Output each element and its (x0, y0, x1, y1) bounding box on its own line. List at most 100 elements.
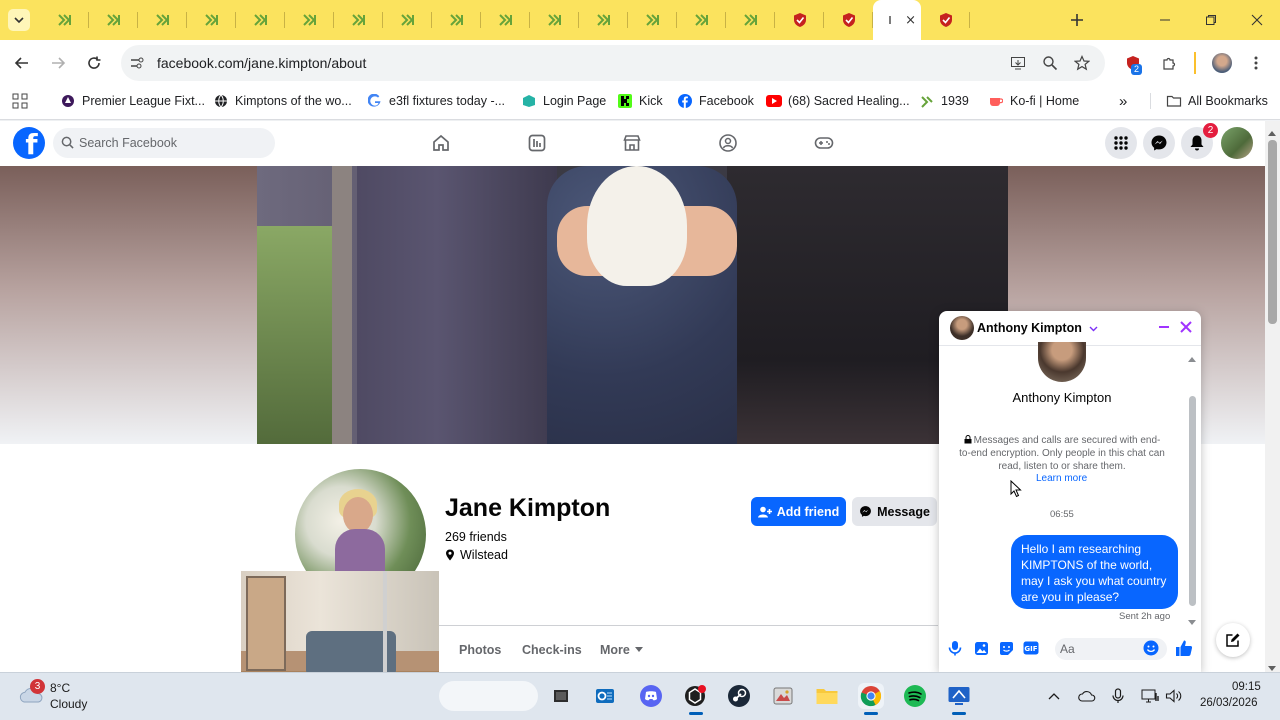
learn-more-link[interactable]: Learn more (1036, 473, 1087, 484)
volume-icon[interactable] (1164, 686, 1184, 706)
weather-temperature[interactable]: 8°C (50, 681, 70, 695)
bookmark-item[interactable]: e3fl fixtures today -... (367, 92, 505, 110)
bookmarks-overflow-button[interactable]: » (1119, 92, 1127, 110)
bookmark-item[interactable]: Facebook (677, 92, 754, 110)
bookmark-item[interactable]: Ko-fi | Home (988, 92, 1079, 110)
chrome-profile-avatar[interactable] (1212, 53, 1232, 73)
chat-contact-name[interactable]: Anthony Kimpton (977, 321, 1098, 335)
browser-tab[interactable] (775, 0, 824, 40)
browser-tab[interactable] (89, 0, 138, 40)
friends-count[interactable]: 269 friends (445, 530, 507, 544)
file-explorer-icon[interactable] (814, 683, 840, 709)
chat-scrollbar-thumb[interactable] (1189, 396, 1196, 606)
minimize-window-button[interactable] (1142, 0, 1188, 40)
page-scrollbar-thumb[interactable] (1268, 140, 1277, 324)
emoji-icon[interactable] (1142, 639, 1160, 657)
gif-icon[interactable]: GIF (1022, 639, 1040, 657)
nav-marketplace-icon[interactable] (622, 133, 642, 153)
new-tab-button[interactable] (1066, 9, 1088, 31)
voice-clip-icon[interactable] (946, 639, 964, 657)
close-window-button[interactable] (1234, 0, 1280, 40)
back-button[interactable] (10, 51, 34, 75)
browser-tab[interactable] (481, 0, 530, 40)
scroll-up-arrow-icon[interactable] (1267, 124, 1277, 142)
all-bookmarks-button[interactable]: All Bookmarks (1166, 92, 1268, 110)
forward-button[interactable] (46, 51, 70, 75)
openai-icon[interactable] (682, 683, 708, 709)
network-icon[interactable] (1140, 686, 1160, 706)
like-thumbs-up-icon[interactable] (1174, 639, 1194, 657)
browser-tab[interactable] (236, 0, 285, 40)
chrome-icon[interactable] (858, 683, 884, 709)
chat-contact-avatar[interactable] (950, 316, 974, 340)
browser-tab[interactable] (530, 0, 579, 40)
taskbar-time[interactable]: 09:15 (1232, 681, 1261, 693)
url-text[interactable]: facebook.com/jane.kimpton/about (157, 55, 366, 71)
account-avatar[interactable] (1221, 127, 1253, 159)
bookmark-item[interactable]: Premier League Fixt... (60, 92, 205, 110)
chat-close-button[interactable] (1177, 318, 1195, 336)
taskbar-search[interactable] (439, 681, 538, 711)
tab-close-icon[interactable]: × (905, 13, 916, 28)
nav-groups-icon[interactable] (718, 133, 738, 153)
discord-icon[interactable] (638, 683, 664, 709)
onedrive-cloud-icon[interactable] (1077, 686, 1097, 706)
install-app-icon[interactable] (1008, 53, 1028, 73)
chat-scroll-down-icon[interactable] (1187, 613, 1197, 631)
add-friend-button[interactable]: Add friend (751, 497, 846, 526)
remote-desktop-icon[interactable] (946, 683, 972, 709)
restore-window-button[interactable] (1188, 0, 1234, 40)
browser-tab[interactable] (187, 0, 236, 40)
nav-home-icon[interactable] (431, 133, 451, 153)
bookmark-item[interactable]: Login Page (521, 92, 606, 110)
task-view-icon[interactable] (548, 683, 574, 709)
bookmark-star-icon[interactable] (1072, 53, 1092, 73)
site-info-icon[interactable] (127, 53, 147, 73)
spotify-icon[interactable] (902, 683, 928, 709)
browser-tab[interactable] (40, 0, 89, 40)
chat-scroll-up-icon[interactable] (1187, 350, 1197, 368)
chrome-menu-icon[interactable] (1246, 53, 1266, 73)
sent-message-bubble[interactable]: Hello I am researching KIMPTONS of the w… (1011, 535, 1178, 609)
bookmark-item[interactable]: 1939 (919, 92, 969, 110)
browser-tab[interactable] (383, 0, 432, 40)
nav-video-icon[interactable] (527, 133, 547, 153)
tab-more[interactable]: More (600, 643, 643, 657)
show-hidden-icons-icon[interactable] (1044, 686, 1064, 706)
message-button[interactable]: Message (852, 497, 937, 526)
apps-grid-icon[interactable] (12, 92, 28, 110)
photo-attach-icon[interactable] (972, 639, 990, 657)
reload-button[interactable] (82, 51, 106, 75)
browser-tab[interactable] (677, 0, 726, 40)
extensions-puzzle-icon[interactable] (1159, 53, 1179, 73)
tab-photos[interactable]: Photos (459, 643, 501, 657)
browser-tab[interactable] (138, 0, 187, 40)
outlook-icon[interactable] (592, 683, 618, 709)
tab-active[interactable]: × (873, 0, 921, 40)
weather-condition[interactable]: Cloudy (50, 697, 87, 711)
steam-icon[interactable] (726, 683, 752, 709)
facebook-logo-icon[interactable]: f (13, 127, 45, 159)
zoom-icon[interactable] (1040, 53, 1060, 73)
taskbar-date[interactable]: 26/03/2026 (1200, 697, 1258, 709)
bookmark-item[interactable]: Kimptons of the wo... (213, 92, 352, 110)
browser-tab[interactable] (824, 0, 873, 40)
chat-minimize-button[interactable] (1155, 318, 1173, 336)
paint-app-icon[interactable] (770, 683, 796, 709)
browser-tab[interactable] (334, 0, 383, 40)
browser-tab[interactable] (921, 0, 970, 40)
browser-tab[interactable] (579, 0, 628, 40)
tab-check-ins[interactable]: Check-ins (522, 643, 582, 657)
messenger-icon[interactable] (1143, 127, 1175, 159)
browser-tab[interactable] (432, 0, 481, 40)
browser-tab[interactable] (628, 0, 677, 40)
menu-grid-icon[interactable] (1105, 127, 1137, 159)
browser-tab[interactable] (726, 0, 775, 40)
cover-photo[interactable] (257, 166, 1008, 444)
bookmark-item[interactable]: Kick (617, 92, 663, 110)
browser-tab[interactable] (285, 0, 334, 40)
new-message-button[interactable] (1216, 623, 1250, 657)
microphone-icon[interactable] (1108, 686, 1128, 706)
bookmark-item[interactable]: (68) Sacred Healing... (766, 92, 910, 110)
sticker-icon[interactable] (997, 639, 1015, 657)
